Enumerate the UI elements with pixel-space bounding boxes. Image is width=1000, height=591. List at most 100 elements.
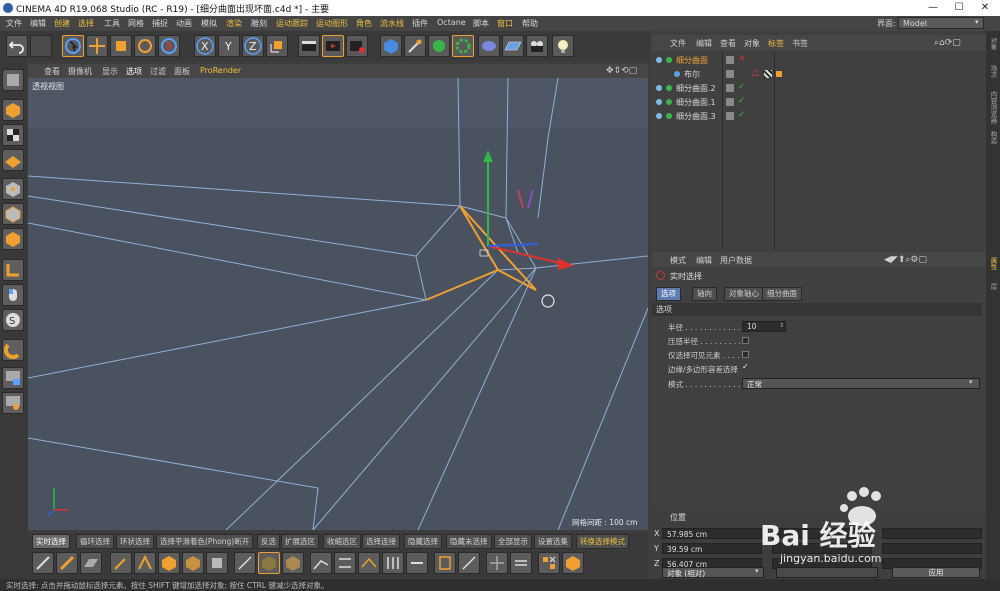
undo-button[interactable] — [6, 35, 28, 57]
attr-nav-icons[interactable]: ◀◤⬆⌕⚙▢ — [884, 255, 927, 265]
expand-icon[interactable] — [656, 113, 662, 119]
menu-window[interactable]: 窗口 — [497, 18, 513, 29]
layout-dropdown[interactable]: Model ▾ — [898, 17, 984, 29]
floor-icon[interactable] — [502, 35, 524, 57]
workplane-mode-icon[interactable] — [2, 149, 24, 171]
viewport-nav-icons[interactable]: ✥⇕⟲▢ — [606, 66, 637, 76]
rotate-tool-icon[interactable] — [134, 35, 156, 57]
menu-octane[interactable]: Octane — [437, 18, 466, 27]
tab-live-selection[interactable]: 实时选择 — [32, 534, 70, 549]
texture-tag-icon[interactable] — [764, 70, 772, 78]
bridge-icon[interactable] — [282, 552, 304, 574]
tweak-mode-icon[interactable] — [2, 284, 24, 306]
tab-subdivision[interactable]: 细分曲面 — [762, 287, 802, 301]
side-tab-content-browser[interactable]: 内容浏览器 — [988, 91, 998, 124]
viewport-menu-view[interactable]: 查看 — [44, 66, 60, 77]
coordinate-mode-dropdown[interactable]: 对象 (相对) ▾ — [662, 567, 764, 578]
object-row[interactable]: 细分曲面.1 ✓ — [652, 96, 986, 109]
bevel-icon[interactable] — [134, 552, 156, 574]
object-name[interactable]: 细分曲面.1 — [676, 97, 716, 108]
tab-object-axis[interactable]: 对象轴心 — [724, 287, 764, 301]
side-tab-takes[interactable]: 场次 — [988, 65, 998, 78]
menu-help[interactable]: 帮助 — [522, 18, 538, 29]
array-icon[interactable] — [452, 35, 474, 57]
om-menu-edit[interactable]: 编辑 — [696, 38, 712, 49]
pen-spline-icon[interactable] — [404, 35, 426, 57]
mode-dropdown[interactable]: 正常 ▾ — [742, 378, 980, 389]
expand-icon[interactable] — [656, 85, 662, 91]
extrude-inner-icon[interactable] — [182, 552, 204, 574]
viewport-menu-panel[interactable]: 面板 — [174, 66, 190, 77]
menu-select[interactable]: 选择 — [78, 18, 94, 29]
tab-unhide-all[interactable]: 全部显示 — [494, 534, 532, 549]
edge-cut-icon[interactable] — [234, 552, 256, 574]
weld-icon[interactable] — [334, 552, 356, 574]
om-menu-bookmarks[interactable]: 书签 — [792, 38, 808, 49]
light-icon[interactable] — [552, 35, 574, 57]
polygons-mode-icon[interactable] — [2, 228, 24, 250]
cube-primitive-icon[interactable] — [380, 35, 402, 57]
object-row[interactable]: 布尔 △ — [652, 68, 986, 81]
selection-tag-icon[interactable] — [776, 71, 782, 77]
texture-mode-icon[interactable] — [2, 124, 24, 146]
attr-menu-mode[interactable]: 模式 — [670, 255, 686, 266]
stepper-arrows-icon[interactable]: ⇕ — [779, 322, 784, 329]
om-menu-objects[interactable]: 对象 — [744, 38, 760, 49]
menu-tools[interactable]: 工具 — [104, 18, 120, 29]
menu-mograph[interactable]: 运动图形 — [316, 18, 348, 29]
menu-sculpt[interactable]: 雕刻 — [251, 18, 267, 29]
spin-edge-icon[interactable] — [486, 552, 508, 574]
visibility-toggle[interactable] — [726, 70, 734, 78]
menu-render[interactable]: 渲染 — [226, 18, 242, 29]
optimize-icon[interactable] — [562, 552, 584, 574]
side-tab-structure[interactable]: 构造 — [988, 131, 998, 144]
tab-loop-selection[interactable]: 循环选择 — [76, 534, 114, 549]
viewport-menu-options[interactable]: 选项 — [126, 66, 142, 77]
menu-edit[interactable]: 编辑 — [30, 18, 46, 29]
render-view-icon[interactable] — [298, 35, 320, 57]
object-name[interactable]: 细分曲面.3 — [676, 111, 716, 122]
om-menu-file[interactable]: 文件 — [670, 38, 686, 49]
render-settings-icon[interactable] — [346, 35, 368, 57]
menu-simulate[interactable]: 模拟 — [201, 18, 217, 29]
tab-hide-selected[interactable]: 隐藏选择 — [404, 534, 442, 549]
tab-ring-selection[interactable]: 环状选择 — [116, 534, 154, 549]
menu-motion-tracking[interactable]: 运动跟踪 — [276, 18, 308, 29]
viewport-menu-cameras[interactable]: 摄像机 — [68, 66, 92, 77]
edges-mode-icon[interactable] — [2, 203, 24, 225]
matrix-extrude-icon[interactable] — [206, 552, 228, 574]
expand-icon[interactable] — [656, 57, 662, 63]
melt-icon[interactable] — [538, 552, 560, 574]
phong-warning-icon[interactable]: △ — [752, 68, 759, 78]
magnet-icon[interactable] — [2, 339, 24, 361]
scale-tool-icon[interactable] — [110, 35, 132, 57]
pressure-radius-checkbox[interactable] — [742, 337, 749, 344]
snap-icon[interactable]: S — [2, 309, 24, 331]
split-icon[interactable] — [510, 552, 532, 574]
points-mode-icon[interactable] — [2, 178, 24, 200]
position-x-input[interactable]: 57.985 cm — [662, 528, 762, 539]
viewport-menu-filter[interactable]: 过滤 — [150, 66, 166, 77]
visibility-toggle[interactable] — [726, 84, 734, 92]
z-axis-lock-icon[interactable]: Z — [242, 35, 264, 57]
mirror-icon[interactable] — [434, 552, 456, 574]
move-tool-icon[interactable] — [86, 35, 108, 57]
tolerant-selection-checkbox[interactable]: ✓ — [742, 363, 750, 371]
minimize-button[interactable]: — — [922, 1, 944, 15]
set-point-value-icon[interactable] — [382, 552, 404, 574]
position-y-input[interactable]: 39.59 cm — [662, 543, 762, 554]
knife-icon[interactable] — [56, 552, 78, 574]
object-name[interactable]: 细分曲面 — [676, 55, 708, 66]
object-name[interactable]: 布尔 — [684, 69, 700, 80]
expand-icon[interactable] — [656, 99, 662, 105]
tab-axis[interactable]: 轴向 — [692, 287, 717, 301]
maximize-button[interactable]: ☐ — [948, 1, 970, 15]
menu-plugins[interactable]: 插件 — [412, 18, 428, 29]
axis-mode-icon[interactable] — [2, 259, 24, 281]
tab-hide-unselected[interactable]: 隐藏未选择 — [446, 534, 492, 549]
close-button[interactable]: ✕ — [974, 1, 996, 15]
deformer-icon[interactable] — [478, 35, 500, 57]
menu-pipeline[interactable]: 流水线 — [380, 18, 404, 29]
y-axis-lock-icon[interactable]: Y — [218, 35, 240, 57]
plane-cut-icon[interactable] — [80, 552, 102, 574]
